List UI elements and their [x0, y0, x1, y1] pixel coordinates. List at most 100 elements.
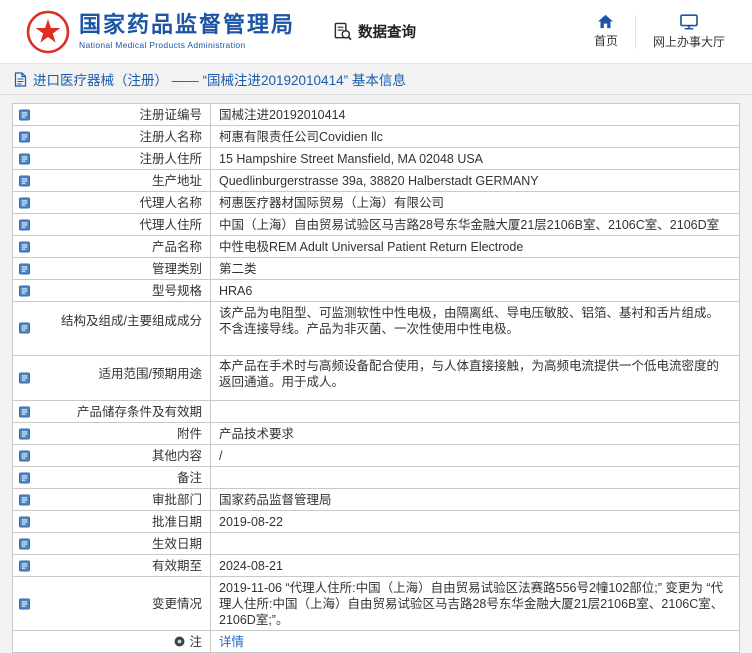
- form-icon: [19, 428, 30, 439]
- row-label-cell: 型号规格: [13, 280, 211, 302]
- agency-name-cn: 国家药品监督管理局: [79, 13, 295, 37]
- row-label-cell: 审批部门: [13, 489, 211, 511]
- form-icon: [19, 131, 30, 142]
- agency-logo[interactable]: 国家药品监督管理局 National Medical Products Admi…: [26, 10, 295, 54]
- form-icon: [19, 472, 30, 483]
- nav-online-hall-label: 网上办事大厅: [653, 33, 725, 50]
- row-value-cell: [211, 533, 740, 555]
- agency-name-en: National Medical Products Administration: [79, 40, 295, 50]
- agency-name: 国家药品监督管理局 National Medical Products Admi…: [79, 13, 295, 50]
- form-icon: [19, 406, 30, 417]
- nav-home[interactable]: 首页: [577, 14, 635, 49]
- row-label: 产品储存条件及有效期: [77, 405, 202, 419]
- nav-data-query-label: 数据查询: [358, 21, 416, 42]
- table-row: 其他内容 /: [13, 445, 740, 467]
- row-value-cell: 第二类: [211, 258, 740, 280]
- form-icon: [19, 598, 30, 609]
- table-row: 附件产品技术要求: [13, 423, 740, 445]
- page: 国家药品监督管理局 National Medical Products Admi…: [0, 0, 752, 642]
- row-label-cell: 注册证编号: [13, 104, 211, 126]
- table-row: 型号规格 HRA6: [13, 280, 740, 302]
- table-row: 批准日期2019-08-22: [13, 511, 740, 533]
- row-label-cell: 变更情况: [13, 577, 211, 631]
- row-label-cell: 代理人名称: [13, 192, 211, 214]
- row-value-cell: 2019-11-06 “代理人住所:中国（上海）自由贸易试验区法赛路556号2幢…: [211, 577, 740, 631]
- row-label: 批准日期: [152, 515, 202, 529]
- row-label: 其他内容: [152, 449, 202, 463]
- table-row: 生产地址Quedlinburgerstrasse 39a, 38820 Halb…: [13, 170, 740, 192]
- row-label: 生效日期: [152, 537, 202, 551]
- table-row: 产品储存条件及有效期: [13, 401, 740, 423]
- row-value-cell: HRA6: [211, 280, 740, 302]
- table-row: 代理人住所中国（上海）自由贸易试验区马吉路28号东华金融大厦21层2106B室、…: [13, 214, 740, 236]
- row-label-cell: 适用范围/预期用途: [13, 355, 211, 401]
- row-value-cell: [211, 401, 740, 423]
- table-row: 适用范围/预期用途本产品在手术时与高频设备配合使用，与人体直接接触，为高频电流提…: [13, 355, 740, 401]
- row-label: 变更情况: [152, 597, 202, 611]
- row-label: 管理类别: [152, 262, 202, 276]
- row-label: 产品名称: [152, 240, 202, 254]
- row-value-cell: [211, 467, 740, 489]
- row-label-cell: 产品名称: [13, 236, 211, 258]
- header-nav: 首页 网上办事大厅: [577, 14, 742, 50]
- nav-online-hall[interactable]: 网上办事大厅: [636, 14, 742, 50]
- row-value-cell: 柯惠医疗器材国际贸易（上海）有限公司: [211, 192, 740, 214]
- table-row: 结构及组成/主要组成成分该产品为电阻型、可监测软性中性电极，由隔离纸、导电压敏胶…: [13, 302, 740, 356]
- row-value-cell: 该产品为电阻型、可监测软性中性电极，由隔离纸、导电压敏胶、铝箔、基衬和舌片组成。…: [211, 302, 740, 356]
- table-row: 有效期至2024-08-21: [13, 555, 740, 577]
- row-label-cell: 代理人住所: [13, 214, 211, 236]
- row-label: 结构及组成/主要组成成分: [61, 314, 202, 328]
- row-label: 注册证编号: [139, 108, 202, 122]
- row-label-cell: 结构及组成/主要组成成分: [13, 302, 211, 356]
- table-row: 管理类别第二类: [13, 258, 740, 280]
- form-icon: [19, 109, 30, 120]
- row-label: 备注: [177, 471, 202, 485]
- form-icon: [19, 560, 30, 571]
- row-value-cell: 柯惠有限责任公司Covidien llc: [211, 126, 740, 148]
- table-row: 注册证编号国械注进20192010414: [13, 104, 740, 126]
- row-label: 生产地址: [152, 174, 202, 188]
- row-label-cell: 管理类别: [13, 258, 211, 280]
- form-icon: [19, 372, 30, 383]
- row-value-cell: 产品技术要求: [211, 423, 740, 445]
- table-row: 注册人名称柯惠有限责任公司Covidien llc: [13, 126, 740, 148]
- row-value-cell: 中性电极REM Adult Universal Patient Return E…: [211, 236, 740, 258]
- row-value-cell: 国械注进20192010414: [211, 104, 740, 126]
- row-value-cell: 国家药品监督管理局: [211, 489, 740, 511]
- row-label-cell: 批准日期: [13, 511, 211, 533]
- row-value-cell: 15 Hampshire Street Mansfield, MA 02048 …: [211, 148, 740, 170]
- row-label-cell: 生效日期: [13, 533, 211, 555]
- row-label: 附件: [177, 427, 202, 441]
- home-icon: [597, 14, 614, 29]
- form-icon: [19, 175, 30, 186]
- form-icon: [19, 323, 30, 334]
- table-row: 备注: [13, 467, 740, 489]
- row-label: 型号规格: [152, 284, 202, 298]
- table-row: 代理人名称柯惠医疗器材国际贸易（上海）有限公司: [13, 192, 740, 214]
- row-label: 注册人名称: [139, 130, 202, 144]
- table-row: 注册人住所15 Hampshire Street Mansfield, MA 0…: [13, 148, 740, 170]
- form-icon: [19, 516, 30, 527]
- nav-home-label: 首页: [594, 32, 618, 49]
- row-label-cell: 有效期至: [13, 555, 211, 577]
- national-emblem-icon: [26, 10, 70, 54]
- row-value-cell: 本产品在手术时与高频设备配合使用，与人体直接接触，为高频电流提供一个低电流密度的…: [211, 355, 740, 401]
- table-row: 变更情况 2019-11-06 “代理人住所:中国（上海）自由贸易试验区法赛路55…: [13, 577, 740, 631]
- note-icon: [174, 636, 185, 647]
- row-value-cell: /: [211, 445, 740, 467]
- row-label: 适用范围/预期用途: [99, 367, 202, 381]
- row-label-cell: 注册人住所: [13, 148, 211, 170]
- row-label: 有效期至: [152, 559, 202, 573]
- registration-info-table: 注册证编号国械注进20192010414注册人名称柯惠有限责任公司Covidie…: [12, 103, 740, 653]
- form-icon: [19, 450, 30, 461]
- data-query-icon: [333, 22, 352, 41]
- monitor-icon: [680, 14, 698, 30]
- form-icon: [19, 285, 30, 296]
- row-label-cell: 注册人名称: [13, 126, 211, 148]
- table-row: 审批部门国家药品监督管理局: [13, 489, 740, 511]
- form-icon: [19, 494, 30, 505]
- nav-data-query[interactable]: 数据查询: [333, 21, 416, 42]
- form-icon: [19, 263, 30, 274]
- row-label-cell: 生产地址: [13, 170, 211, 192]
- row-label: 代理人住所: [139, 218, 202, 232]
